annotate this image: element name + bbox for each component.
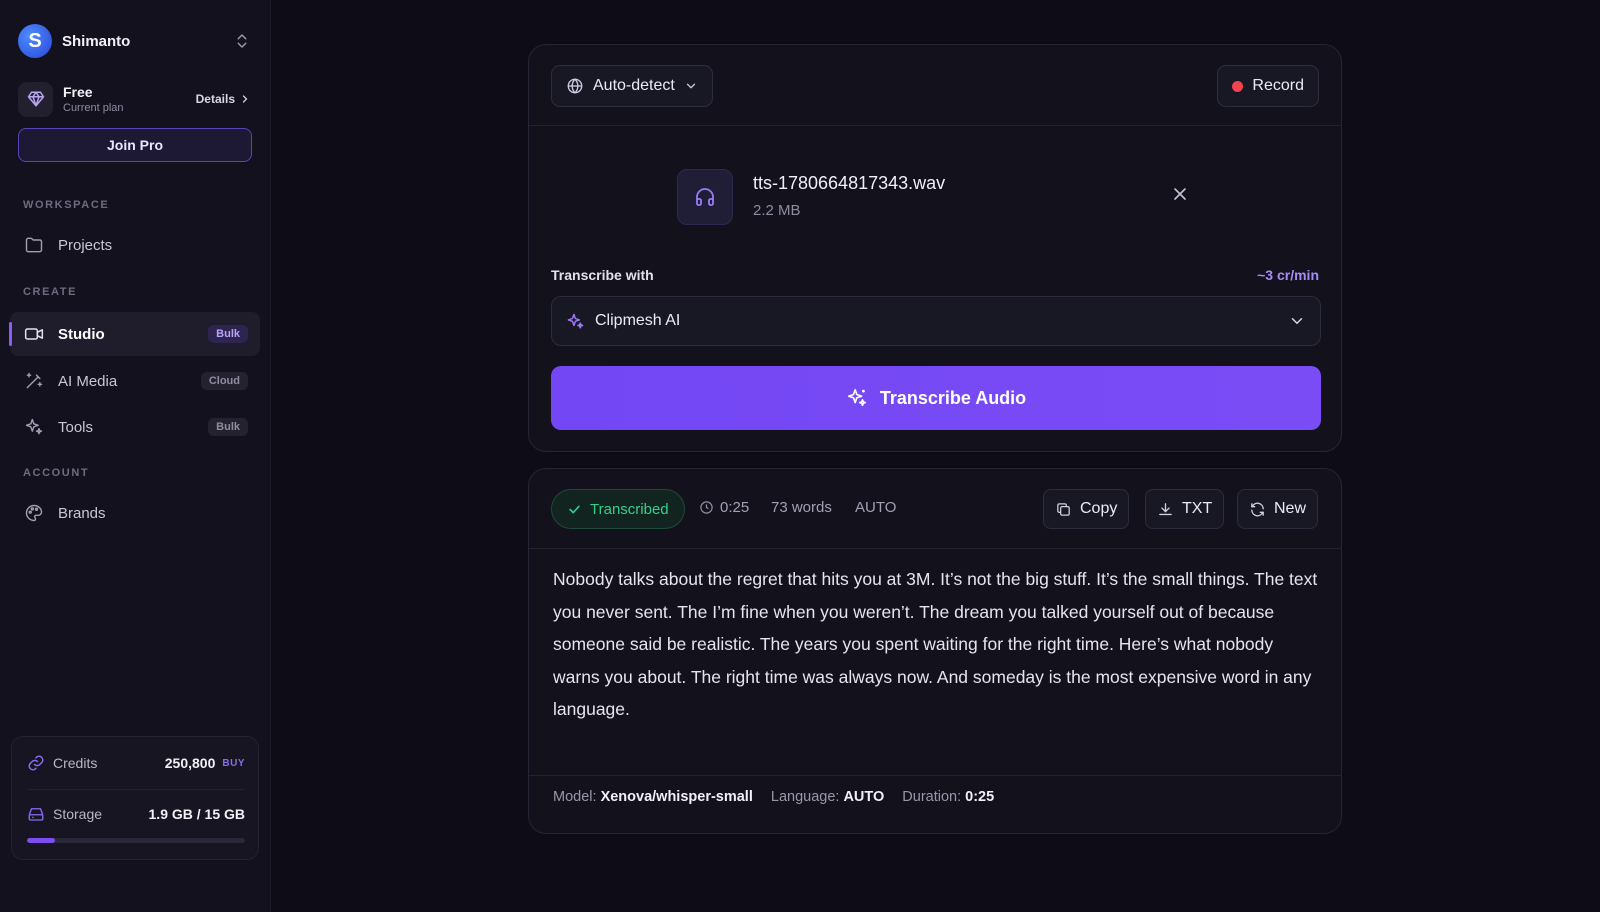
copy-icon [1055,501,1072,518]
plan-subtitle: Current plan [63,101,124,114]
sidebar-item-ai-media[interactable]: AI Media Cloud [10,359,260,403]
copy-button[interactable]: Copy [1043,489,1130,529]
credits-row: Credits 250,800 BUY [27,754,245,772]
account-switcher[interactable]: S Shimanto [18,22,251,60]
duration-value: 0:25 [720,499,750,516]
new-transcription-button[interactable]: New [1237,489,1319,529]
divider [529,548,1341,549]
link-icon [27,754,45,772]
video-icon [24,324,44,344]
word-count: 73 words [771,499,832,516]
record-dot-icon [1232,80,1244,92]
plan-details-label: Details [195,92,235,106]
new-label: New [1274,500,1307,517]
plan-details-link[interactable]: Details [196,92,251,106]
sidebar-item-label: Projects [58,236,113,254]
download-txt-button[interactable]: TXT [1145,489,1225,529]
credits-label: Credits [53,755,98,771]
status-badge: Transcribed [551,489,685,529]
txt-label: TXT [1182,500,1213,517]
chevron-down-icon [1288,312,1306,330]
sparkles-icon [566,312,585,331]
section-label-workspace: WORKSPACE [23,199,110,211]
sidebar-item-label: Studio [58,325,105,343]
sparkles-icon [846,387,868,409]
detected-language: AUTO [855,499,897,516]
section-label-account: ACCOUNT [23,467,90,479]
language-detail: Language: AUTO [770,789,885,805]
language-select-label: Auto-detect [593,77,675,94]
plan-info: Free Current plan Details [18,80,251,118]
buy-credits-link[interactable]: BUY [222,758,245,769]
folder-icon [24,235,44,255]
sidebar-item-tools[interactable]: Tools Bulk [10,405,260,449]
file-name: tts-1780664817343.wav [753,173,946,193]
sidebar-item-studio[interactable]: Studio Bulk [9,312,260,356]
join-pro-button[interactable]: Join Pro [18,128,252,162]
download-icon [1157,501,1174,518]
chevron-down-icon [684,79,698,93]
storage-progress-bar [27,838,245,843]
status-label: Transcribed [590,500,669,518]
chevron-up-down-icon [233,32,251,50]
language-select[interactable]: Auto-detect [551,65,713,107]
sidebar-item-projects[interactable]: Projects [10,223,260,267]
model-select[interactable]: Clipmesh AI [551,296,1321,346]
divider [529,125,1341,126]
duration-detail: Duration: 0:25 [902,789,995,805]
chevron-right-icon [242,95,248,103]
divider [529,775,1341,776]
duration-meta: 0:25 [699,499,749,516]
sparkles-icon [24,417,44,437]
plan-name: Free [63,83,93,100]
model-detail: Model: Xenova/whisper-small [553,789,753,805]
sidebar-item-badge: Bulk [208,325,248,343]
file-size: 2.2 MB [753,202,801,219]
clock-icon [699,500,714,515]
storage-value: 1.9 GB / 15 GB [148,806,245,822]
refresh-icon [1249,501,1266,518]
record-button[interactable]: Record [1217,65,1319,107]
storage-icon [27,805,45,823]
sidebar: S Shimanto Free Current plan Details Joi… [0,0,271,912]
sidebar-item-label: AI Media [58,372,118,390]
magic-wand-icon [24,371,44,391]
sidebar-item-label: Tools [58,418,94,436]
headphones-icon [677,169,733,225]
sidebar-item-label: Brands [58,504,106,522]
diamond-icon [18,81,53,117]
copy-label: Copy [1080,500,1118,517]
model-select-value: Clipmesh AI [595,312,681,329]
palette-icon [24,503,44,523]
divider [27,789,245,790]
account-logo: S [18,24,52,58]
sidebar-item-badge: Bulk [208,418,248,436]
section-label-create: CREATE [23,286,78,298]
usage-panel: Credits 250,800 BUY Storage 1.9 GB / 15 … [11,736,259,860]
result-card: Transcribed 0:25 73 words AUTO Copy TXT … [528,468,1342,834]
transcribe-audio-button[interactable]: Transcribe Audio [551,366,1321,430]
transcribe-audio-label: Transcribe Audio [879,387,1027,408]
check-icon [567,502,582,517]
sidebar-item-brands[interactable]: Brands [10,491,260,535]
credits-value: 250,800 [164,755,216,771]
transcription-details: Model: Xenova/whisper-small Language: AU… [553,789,994,805]
storage-row: Storage 1.9 GB / 15 GB [27,805,245,823]
account-name: Shimanto [62,32,131,50]
upload-card: Auto-detect Record tts-1780664817343.wav… [528,44,1342,452]
storage-label: Storage [53,806,103,822]
cost-per-minute: ~3 cr/min [1257,267,1319,283]
remove-file-button[interactable] [1170,184,1190,204]
sidebar-item-badge: Cloud [200,372,248,390]
transcript-text: Nobody talks about the regret that hits … [553,569,1318,719]
storage-progress-fill [27,838,55,843]
transcribe-with-label: Transcribe with [551,267,654,283]
globe-icon [566,77,584,95]
record-label: Record [1252,77,1304,94]
close-icon [1174,188,1186,200]
